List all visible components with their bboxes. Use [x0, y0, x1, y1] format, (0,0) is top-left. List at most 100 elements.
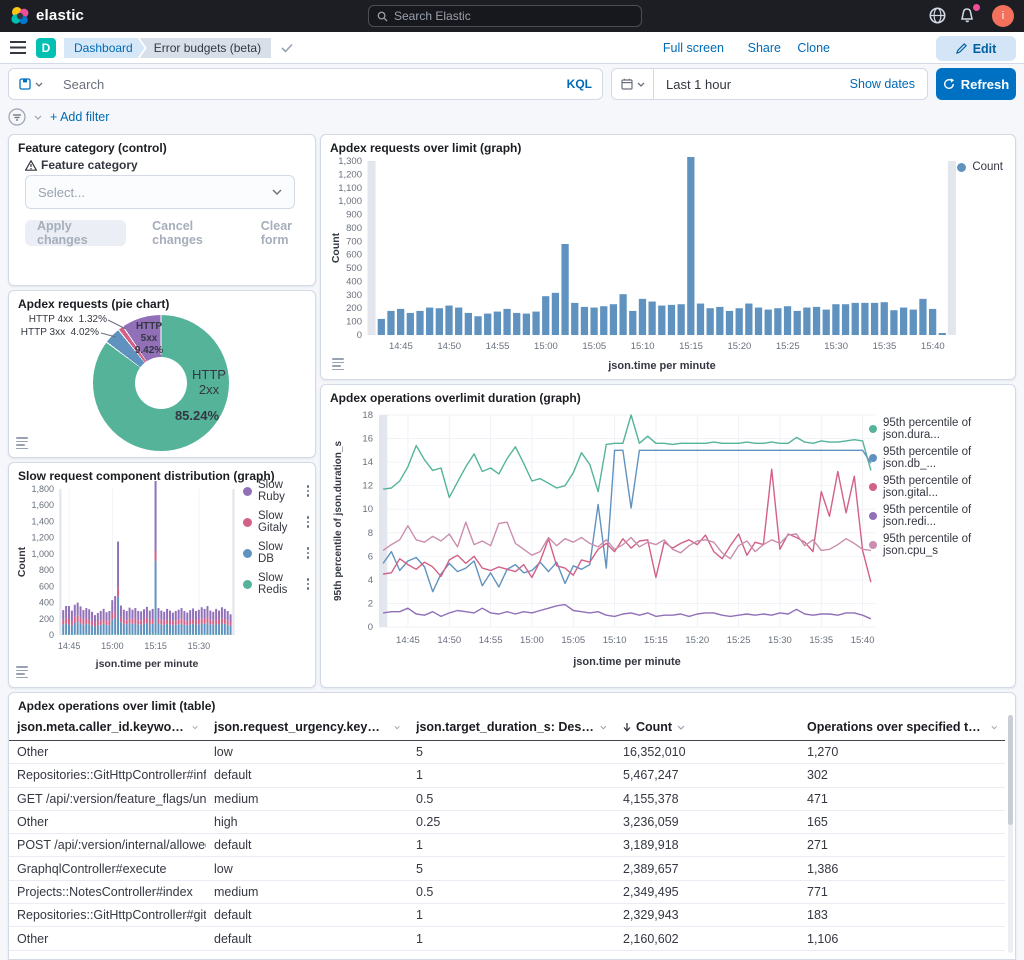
legend-item[interactable]: 95th percentile of json.db_...: [869, 446, 1015, 470]
table-cell: 1: [408, 838, 615, 852]
sort-chevron-icon: [600, 725, 607, 730]
control-actions: Apply changes Cancel changes Clear form: [25, 219, 315, 247]
table-cell: 0.5: [408, 792, 615, 806]
table-cell: low: [206, 862, 408, 876]
table-cell: Projects::NotesController#index: [9, 885, 206, 899]
panel-title: Apdex operations overlimit duration (gra…: [330, 391, 581, 405]
table-cell: 1: [408, 932, 615, 946]
table-column-header[interactable]: json.target_duration_s: Descending: [408, 720, 615, 734]
show-dates-link[interactable]: Show dates: [850, 77, 915, 91]
svg-text:4: 4: [368, 575, 373, 586]
table-cell: 2,389,657: [615, 862, 799, 876]
menu-icon[interactable]: [10, 41, 26, 59]
share-link[interactable]: Share: [748, 41, 781, 55]
svg-text:Count: Count: [330, 232, 342, 263]
svg-text:800: 800: [39, 565, 54, 575]
svg-text:15:40: 15:40: [851, 635, 875, 646]
svg-text:15:20: 15:20: [727, 341, 751, 352]
svg-text:1,000: 1,000: [338, 196, 362, 207]
cancel-changes-button[interactable]: Cancel changes: [152, 219, 235, 247]
help-icon[interactable]: [929, 7, 946, 29]
calendar-menu-button[interactable]: [612, 69, 654, 99]
table-cell: 16,352,010: [615, 745, 799, 759]
table-cell: 0.5: [408, 885, 615, 899]
table-column-header[interactable]: json.request_urgency.keyword: Des...: [206, 720, 408, 734]
table-column-header[interactable]: json.meta.caller_id.keyword: Desce...: [9, 720, 206, 734]
legend-item[interactable]: 95th percentile of json.cpu_s: [869, 533, 1015, 557]
add-filter-link[interactable]: + Add filter: [50, 110, 109, 124]
svg-text:14:55: 14:55: [486, 341, 510, 352]
svg-text:15:25: 15:25: [776, 341, 800, 352]
legend-actions-icon[interactable]: [307, 516, 310, 528]
query-search-input[interactable]: Search KQL: [53, 68, 603, 100]
apply-changes-button[interactable]: Apply changes: [25, 220, 126, 246]
clone-link[interactable]: Clone: [797, 41, 830, 55]
table-cell: Repositories::GitHttpController#git_upl.…: [9, 908, 206, 922]
edit-button[interactable]: Edit: [936, 36, 1016, 61]
svg-text:700: 700: [346, 236, 362, 247]
svg-text:15:25: 15:25: [727, 635, 751, 646]
svg-text:15:00: 15:00: [520, 635, 544, 646]
full-screen-link[interactable]: Full screen: [663, 41, 724, 55]
legend-item[interactable]: 95th percentile of json.gital...: [869, 475, 1015, 499]
refresh-button[interactable]: Refresh: [936, 68, 1016, 100]
svg-text:2: 2: [368, 598, 373, 609]
table-cell: medium: [206, 792, 408, 806]
time-range-value[interactable]: Last 1 hour: [666, 77, 731, 92]
feature-category-select[interactable]: Select...: [25, 175, 295, 209]
panel-options-icon[interactable]: [16, 666, 28, 678]
svg-text:500: 500: [346, 263, 362, 274]
legend-item-count[interactable]: Count: [957, 161, 1003, 173]
panel-slow-request-graph: Slow request component distribution (gra…: [8, 462, 316, 688]
control-field-label: Feature category: [25, 158, 138, 172]
table-column-header[interactable]: Operations over specified threshold...: [799, 720, 1005, 734]
table-cell: 5: [408, 745, 615, 759]
saved-query-menu-button[interactable]: [8, 68, 54, 100]
svg-text:15:10: 15:10: [603, 635, 627, 646]
table-column-header[interactable]: Count: [615, 720, 799, 734]
svg-text:0: 0: [368, 622, 373, 633]
table-cell: default: [206, 908, 408, 922]
svg-text:15:15: 15:15: [144, 641, 167, 651]
legend-item[interactable]: 95th percentile of json.redi...: [869, 504, 1015, 528]
user-avatar[interactable]: i: [992, 5, 1014, 27]
table-row: Repositories::GitHttpController#info_ref…: [9, 764, 1005, 787]
query-search-placeholder: Search: [63, 77, 104, 92]
pie-label-5xx: HTTP 5xx 9.42%: [129, 321, 169, 357]
panel-title: Apdex operations over limit (table): [18, 699, 215, 713]
svg-text:6: 6: [368, 551, 373, 562]
table-cell: 1: [408, 908, 615, 922]
legend-actions-icon[interactable]: [307, 578, 310, 590]
elastic-logo[interactable]: [10, 6, 30, 26]
panel-options-icon[interactable]: [16, 437, 28, 449]
table-cell: medium: [206, 885, 408, 899]
svg-text:1,100: 1,100: [338, 183, 362, 194]
legend-item[interactable]: 95th percentile of json.dura...: [869, 417, 1015, 441]
legend-item[interactable]: Slow DB: [243, 541, 309, 565]
svg-text:95th percentile of json.durati: 95th percentile of json.duration_s: [333, 441, 344, 601]
global-search-placeholder: Search Elastic: [394, 9, 471, 23]
legend-item[interactable]: Slow Ruby: [243, 479, 309, 503]
svg-text:8: 8: [368, 528, 373, 539]
legend-actions-icon[interactable]: [307, 547, 310, 559]
legend-item[interactable]: Slow Redis: [243, 572, 309, 596]
filter-menu-icon[interactable]: [8, 108, 26, 126]
table-cell: 771: [799, 885, 1005, 899]
panel-options-icon[interactable]: [332, 358, 344, 370]
table-scrollbar-track[interactable]: [1008, 715, 1013, 953]
breadcrumb-dashboard[interactable]: Dashboard: [64, 38, 145, 58]
alerts-icon[interactable]: [958, 6, 978, 26]
apdex-duration-chart: 02468101214161814:4514:5014:5515:0015:05…: [329, 409, 885, 677]
table-cell: default: [206, 768, 408, 782]
table-row: Otherhigh0.253,236,059165: [9, 811, 1005, 834]
legend-actions-icon[interactable]: [307, 485, 310, 497]
kql-button[interactable]: KQL: [567, 77, 592, 91]
space-avatar[interactable]: D: [36, 38, 56, 58]
table-body: Otherlow516,352,0101,270Repositories::Gi…: [9, 741, 1005, 951]
table-cell: 3,189,918: [615, 838, 799, 852]
global-search-input[interactable]: Search Elastic: [368, 5, 642, 27]
clear-form-button[interactable]: Clear form: [261, 219, 315, 247]
legend-item[interactable]: Slow Gitaly: [243, 510, 309, 534]
svg-text:14: 14: [362, 457, 373, 468]
pencil-icon: [956, 43, 967, 54]
